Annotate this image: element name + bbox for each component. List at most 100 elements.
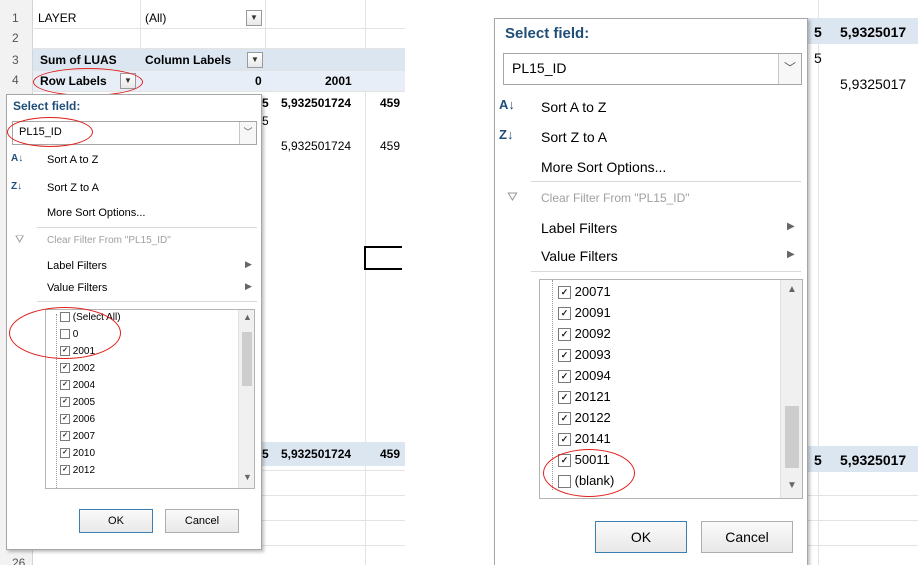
item-label: 20121: [574, 389, 611, 404]
value-cell: 459: [380, 96, 401, 110]
list-item[interactable]: ✓ 20141: [558, 431, 611, 447]
value-cell: 5: [262, 114, 269, 128]
layer-label: LAYER: [38, 11, 77, 25]
value-filters-item[interactable]: Value Filters: [541, 248, 618, 264]
sort-za-icon: Z↓: [499, 127, 514, 142]
menu-separator: [531, 181, 801, 182]
checkbox[interactable]: ✓: [60, 380, 70, 391]
ok-button[interactable]: OK: [595, 521, 687, 553]
list-item[interactable]: ✓ 2012: [60, 465, 95, 476]
menu-separator: [37, 227, 257, 228]
checkbox[interactable]: ✓: [60, 431, 70, 442]
field-select[interactable]: PL15_ID ﹀: [503, 53, 802, 85]
layer-value: (All): [145, 11, 167, 25]
chevron-down-icon[interactable]: ﹀: [239, 122, 256, 144]
label-filters-item[interactable]: Label Filters: [541, 220, 617, 236]
grid-line: [806, 520, 918, 521]
cancel-button[interactable]: Cancel: [165, 509, 239, 533]
sort-az-item[interactable]: Sort A to Z: [541, 99, 606, 115]
item-label: 2010: [72, 448, 96, 459]
checkbox[interactable]: ✓: [60, 465, 70, 476]
list-item[interactable]: ✓ 2004: [60, 380, 95, 391]
menu-separator: [531, 271, 801, 272]
value-cell: 5,9325017: [840, 24, 907, 40]
checkbox[interactable]: ✓: [60, 448, 70, 459]
clear-filter-icon: ⛛: [507, 189, 518, 204]
list-item[interactable]: ✓ 20071: [558, 284, 611, 300]
chevron-down-icon[interactable]: ﹀: [778, 54, 801, 84]
row-number: 3: [12, 53, 19, 67]
sort-za-item[interactable]: Sort Z to A: [541, 129, 607, 145]
scrollbar-thumb[interactable]: [242, 332, 252, 386]
value-cell: 5: [814, 50, 822, 66]
list-item[interactable]: ✓ 20094: [558, 368, 611, 384]
menu-separator: [37, 301, 257, 302]
checkbox[interactable]: ✓: [558, 349, 571, 363]
column-header-0: 0: [255, 74, 262, 88]
label-filters-item[interactable]: Label Filters: [47, 260, 107, 272]
item-label: 2012: [72, 465, 96, 476]
scroll-down-icon[interactable]: ▼: [787, 480, 797, 491]
checkbox[interactable]: ✓: [60, 414, 70, 425]
highlight-circle: [7, 117, 93, 147]
value-cell: 5,932501724: [281, 96, 352, 110]
list-item[interactable]: ✓ 2002: [60, 363, 95, 374]
checkbox[interactable]: ✓: [60, 397, 70, 408]
sort-za-icon: Z↓: [11, 181, 23, 192]
sort-za-item[interactable]: Sort Z to A: [47, 182, 99, 194]
checkbox[interactable]: ✓: [558, 391, 571, 405]
scroll-down-icon[interactable]: ▼: [243, 472, 252, 482]
clear-filter-item: Clear Filter From "PL15_ID": [541, 191, 690, 205]
item-label: 20141: [574, 431, 611, 446]
checkbox[interactable]: ✓: [558, 307, 571, 321]
item-label: 2006: [72, 414, 96, 425]
checkbox[interactable]: ✓: [558, 433, 571, 447]
list-scrollbar[interactable]: ▲ ▼: [780, 280, 802, 498]
list-item[interactable]: ✓ 20093: [558, 347, 611, 363]
scroll-up-icon[interactable]: ▲: [243, 312, 252, 322]
grid-line: [262, 470, 405, 471]
more-sort-options-item[interactable]: More Sort Options...: [541, 159, 666, 175]
list-item[interactable]: ✓ 2010: [60, 448, 95, 459]
cancel-button[interactable]: Cancel: [701, 521, 793, 553]
checkbox[interactable]: ✓: [60, 363, 70, 374]
list-item[interactable]: ✓ 20121: [558, 389, 611, 405]
more-sort-options-item[interactable]: More Sort Options...: [47, 207, 145, 219]
submenu-arrow-icon: ▶: [787, 249, 795, 260]
submenu-arrow-icon: ▶: [245, 281, 252, 291]
item-label: 20092: [574, 326, 611, 341]
value-cell: 5,9325017: [840, 452, 907, 468]
list-item[interactable]: ✓ 2006: [60, 414, 95, 425]
value-cell: 5,932501724: [281, 447, 352, 461]
layer-filter-dropdown[interactable]: ▼: [246, 10, 262, 26]
column-labels-header: Column Labels: [145, 53, 232, 67]
left-screenshot: 1 2 3 4 26 LAYER (All) ▼ Sum of LUAS Col…: [0, 0, 405, 565]
column-labels-dropdown[interactable]: ▼: [247, 52, 263, 68]
value-cell: 5: [262, 447, 269, 461]
list-item[interactable]: ✓ 20122: [558, 410, 611, 426]
scroll-up-icon[interactable]: ▲: [787, 284, 797, 295]
list-item[interactable]: ✓ 2005: [60, 397, 95, 408]
scrollbar-thumb[interactable]: [785, 406, 799, 468]
list-scrollbar[interactable]: ▲ ▼: [238, 310, 254, 488]
list-item[interactable]: ✓ 20091: [558, 305, 611, 321]
item-label: 2007: [72, 431, 96, 442]
value-cell: 5: [262, 96, 269, 110]
checkbox[interactable]: ✓: [558, 370, 571, 384]
grid-line: [818, 0, 819, 565]
highlight-circle: [543, 449, 635, 497]
sort-az-item[interactable]: Sort A to Z: [47, 154, 98, 166]
checkbox[interactable]: ✓: [558, 412, 571, 426]
checkbox[interactable]: ✓: [558, 286, 571, 300]
item-label: 20094: [574, 368, 611, 383]
checkbox[interactable]: ✓: [558, 328, 571, 342]
value-cell: 459: [380, 447, 401, 461]
filter-dropdown-menu: Select field: PL15_ID ﹀ A↓ Sort A to Z Z…: [6, 94, 262, 550]
submenu-arrow-icon: ▶: [245, 259, 252, 269]
value-filters-item[interactable]: Value Filters: [47, 282, 107, 294]
ok-button[interactable]: OK: [79, 509, 153, 533]
sum-of-luas-label: Sum of LUAS: [40, 53, 117, 67]
list-item[interactable]: ✓ 2007: [60, 431, 95, 442]
row-number: 26: [12, 556, 26, 565]
list-item[interactable]: ✓ 20092: [558, 326, 611, 342]
